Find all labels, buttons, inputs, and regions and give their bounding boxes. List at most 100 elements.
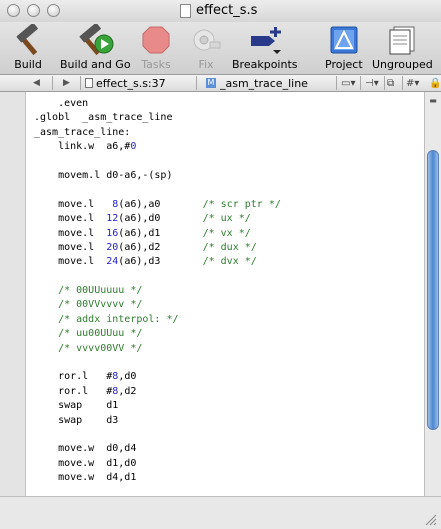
- window-title-text: effect_s.s: [196, 3, 258, 18]
- window-title: effect_s.s: [180, 3, 257, 18]
- code-token: (a6),a0: [118, 198, 203, 210]
- code-line[interactable]: .globl _asm_trace_line: [34, 111, 281, 125]
- counterpart-icon[interactable]: ⧉: [387, 75, 394, 91]
- code-line[interactable]: move.w d0,d4: [34, 442, 281, 456]
- breakpoints-button[interactable]: Breakpoints: [232, 24, 298, 71]
- code-text[interactable]: .even .globl _asm_trace_line _asm_trace_li…: [34, 97, 281, 496]
- vertical-scrollbar[interactable]: ▬: [424, 92, 441, 496]
- code-line[interactable]: move.w d4,d1: [34, 471, 281, 485]
- navigation-bar: ◀ ▶ effect_s.s:37 M _asm_trace_line ▭▾ ⊣…: [0, 74, 441, 92]
- code-line[interactable]: move.l 12(a6),d0 /* ux */: [34, 212, 281, 226]
- code-line[interactable]: /* 00UUuuuu */: [34, 284, 281, 298]
- tasks-label: Tasks: [141, 58, 171, 71]
- code-line[interactable]: [34, 486, 281, 496]
- divider: [336, 76, 337, 90]
- file-icon: [85, 78, 93, 88]
- code-token: ror.l #: [34, 371, 113, 383]
- tasks-button[interactable]: Tasks: [140, 24, 172, 71]
- breakpoint-list-icon[interactable]: ⊣▾: [365, 75, 379, 91]
- code-number: 12: [106, 213, 119, 225]
- code-line[interactable]: move.l 16(a6),d1 /* vx */: [34, 227, 281, 241]
- code-token: _asm_trace_line:: [34, 126, 131, 138]
- code-token: link.w a6,#: [34, 141, 131, 153]
- divider: [384, 76, 385, 90]
- code-line[interactable]: move.w d1,d0: [34, 457, 281, 471]
- code-token: movem.l d0-a6,-(sp): [34, 169, 173, 181]
- status-bar: [0, 496, 441, 529]
- lock-icon[interactable]: 🔒: [429, 75, 441, 91]
- code-line[interactable]: move.l 8(a6),a0 /* scr ptr */: [34, 198, 281, 212]
- code-line[interactable]: /* addx interpol: */: [34, 313, 281, 327]
- code-comment: /* 00VVvvvv */: [34, 299, 143, 311]
- code-line[interactable]: ror.l #8,d0: [34, 370, 281, 384]
- code-line[interactable]: [34, 428, 281, 442]
- function-icon: M: [206, 78, 216, 88]
- bookmarks-icon[interactable]: ▭▾: [341, 75, 355, 91]
- divider: [402, 76, 403, 90]
- code-line[interactable]: move.l 24(a6),d3 /* dvx */: [34, 255, 281, 269]
- code-token: move.l: [34, 241, 107, 253]
- document-icon: [180, 3, 191, 18]
- scrollbar-thumb[interactable]: [427, 150, 439, 430]
- code-comment: /* vvvv00VV */: [34, 342, 143, 354]
- fix-icon: [193, 29, 221, 51]
- build-and-go-button[interactable]: Build and Go: [60, 24, 131, 71]
- code-line[interactable]: [34, 183, 281, 197]
- zoom-button[interactable]: [47, 4, 60, 17]
- code-token: swap d1: [34, 400, 119, 412]
- close-button[interactable]: [7, 4, 20, 17]
- code-line[interactable]: [34, 270, 281, 284]
- code-line[interactable]: _asm_trace_line:: [34, 126, 281, 140]
- code-line[interactable]: move.l 20(a6),d2 /* dux */: [34, 241, 281, 255]
- title-bar: effect_s.s: [0, 0, 441, 22]
- code-line[interactable]: [34, 356, 281, 370]
- code-number: 16: [106, 227, 119, 239]
- toolbar: Build Build and Go Tasks Fix Breakpoints…: [0, 22, 441, 74]
- code-comment: /* dvx */: [202, 256, 257, 268]
- resize-grip-icon[interactable]: [425, 514, 437, 526]
- code-line[interactable]: [34, 155, 281, 169]
- project-button[interactable]: Project: [325, 24, 363, 71]
- editor-gutter[interactable]: [0, 92, 26, 496]
- code-token: (a6),d3: [118, 256, 203, 268]
- split-view-icon[interactable]: ▬: [427, 96, 439, 106]
- code-token: (a6),d0: [118, 213, 203, 225]
- fix-button[interactable]: Fix: [190, 24, 222, 71]
- ungrouped-icon: [389, 26, 415, 55]
- includes-icon[interactable]: #▾: [406, 75, 419, 91]
- build-and-go-icon: [79, 24, 114, 56]
- hammer-icon: [16, 24, 38, 56]
- ungrouped-button[interactable]: Ungrouped: [372, 24, 433, 71]
- code-number: 24: [106, 256, 119, 268]
- code-comment: /* uu00UUuu */: [34, 328, 143, 340]
- code-editor[interactable]: .even .globl _asm_trace_line _asm_trace_li…: [26, 92, 424, 496]
- function-popup-label: _asm_trace_line: [220, 76, 308, 90]
- code-line[interactable]: link.w a6,#0: [34, 140, 281, 154]
- minimize-button[interactable]: [27, 4, 40, 17]
- code-token: move.l: [34, 213, 107, 225]
- code-line[interactable]: swap d3: [34, 414, 281, 428]
- code-token: move.l: [34, 198, 113, 210]
- code-line[interactable]: movem.l d0-a6,-(sp): [34, 169, 281, 183]
- code-line[interactable]: /* vvvv00VV */: [34, 342, 281, 356]
- fix-label: Fix: [198, 58, 214, 71]
- code-line[interactable]: swap d1: [34, 399, 281, 413]
- project-label: Project: [325, 58, 363, 71]
- build-label: Build: [14, 58, 42, 71]
- forward-arrow-icon[interactable]: ▶: [63, 75, 70, 91]
- code-line[interactable]: ror.l #8,d2: [34, 385, 281, 399]
- code-token: move.w d0,d4: [34, 443, 137, 455]
- build-button[interactable]: Build: [8, 24, 48, 71]
- code-token: (a6),d2: [118, 241, 203, 253]
- code-line[interactable]: .even: [34, 97, 281, 111]
- code-token: .globl _asm_trace_line: [34, 112, 173, 124]
- function-popup[interactable]: M _asm_trace_line: [206, 75, 308, 91]
- code-line[interactable]: /* uu00UUuu */: [34, 327, 281, 341]
- code-line[interactable]: /* 00VVvvvv */: [34, 298, 281, 312]
- breakpoints-label: Breakpoints: [232, 58, 298, 71]
- code-token: ror.l #: [34, 385, 113, 397]
- file-popup[interactable]: effect_s.s:37: [85, 75, 166, 91]
- code-comment: /* ux */: [202, 213, 251, 225]
- back-arrow-icon[interactable]: ◀: [33, 75, 40, 91]
- code-token: ,d2: [118, 385, 137, 397]
